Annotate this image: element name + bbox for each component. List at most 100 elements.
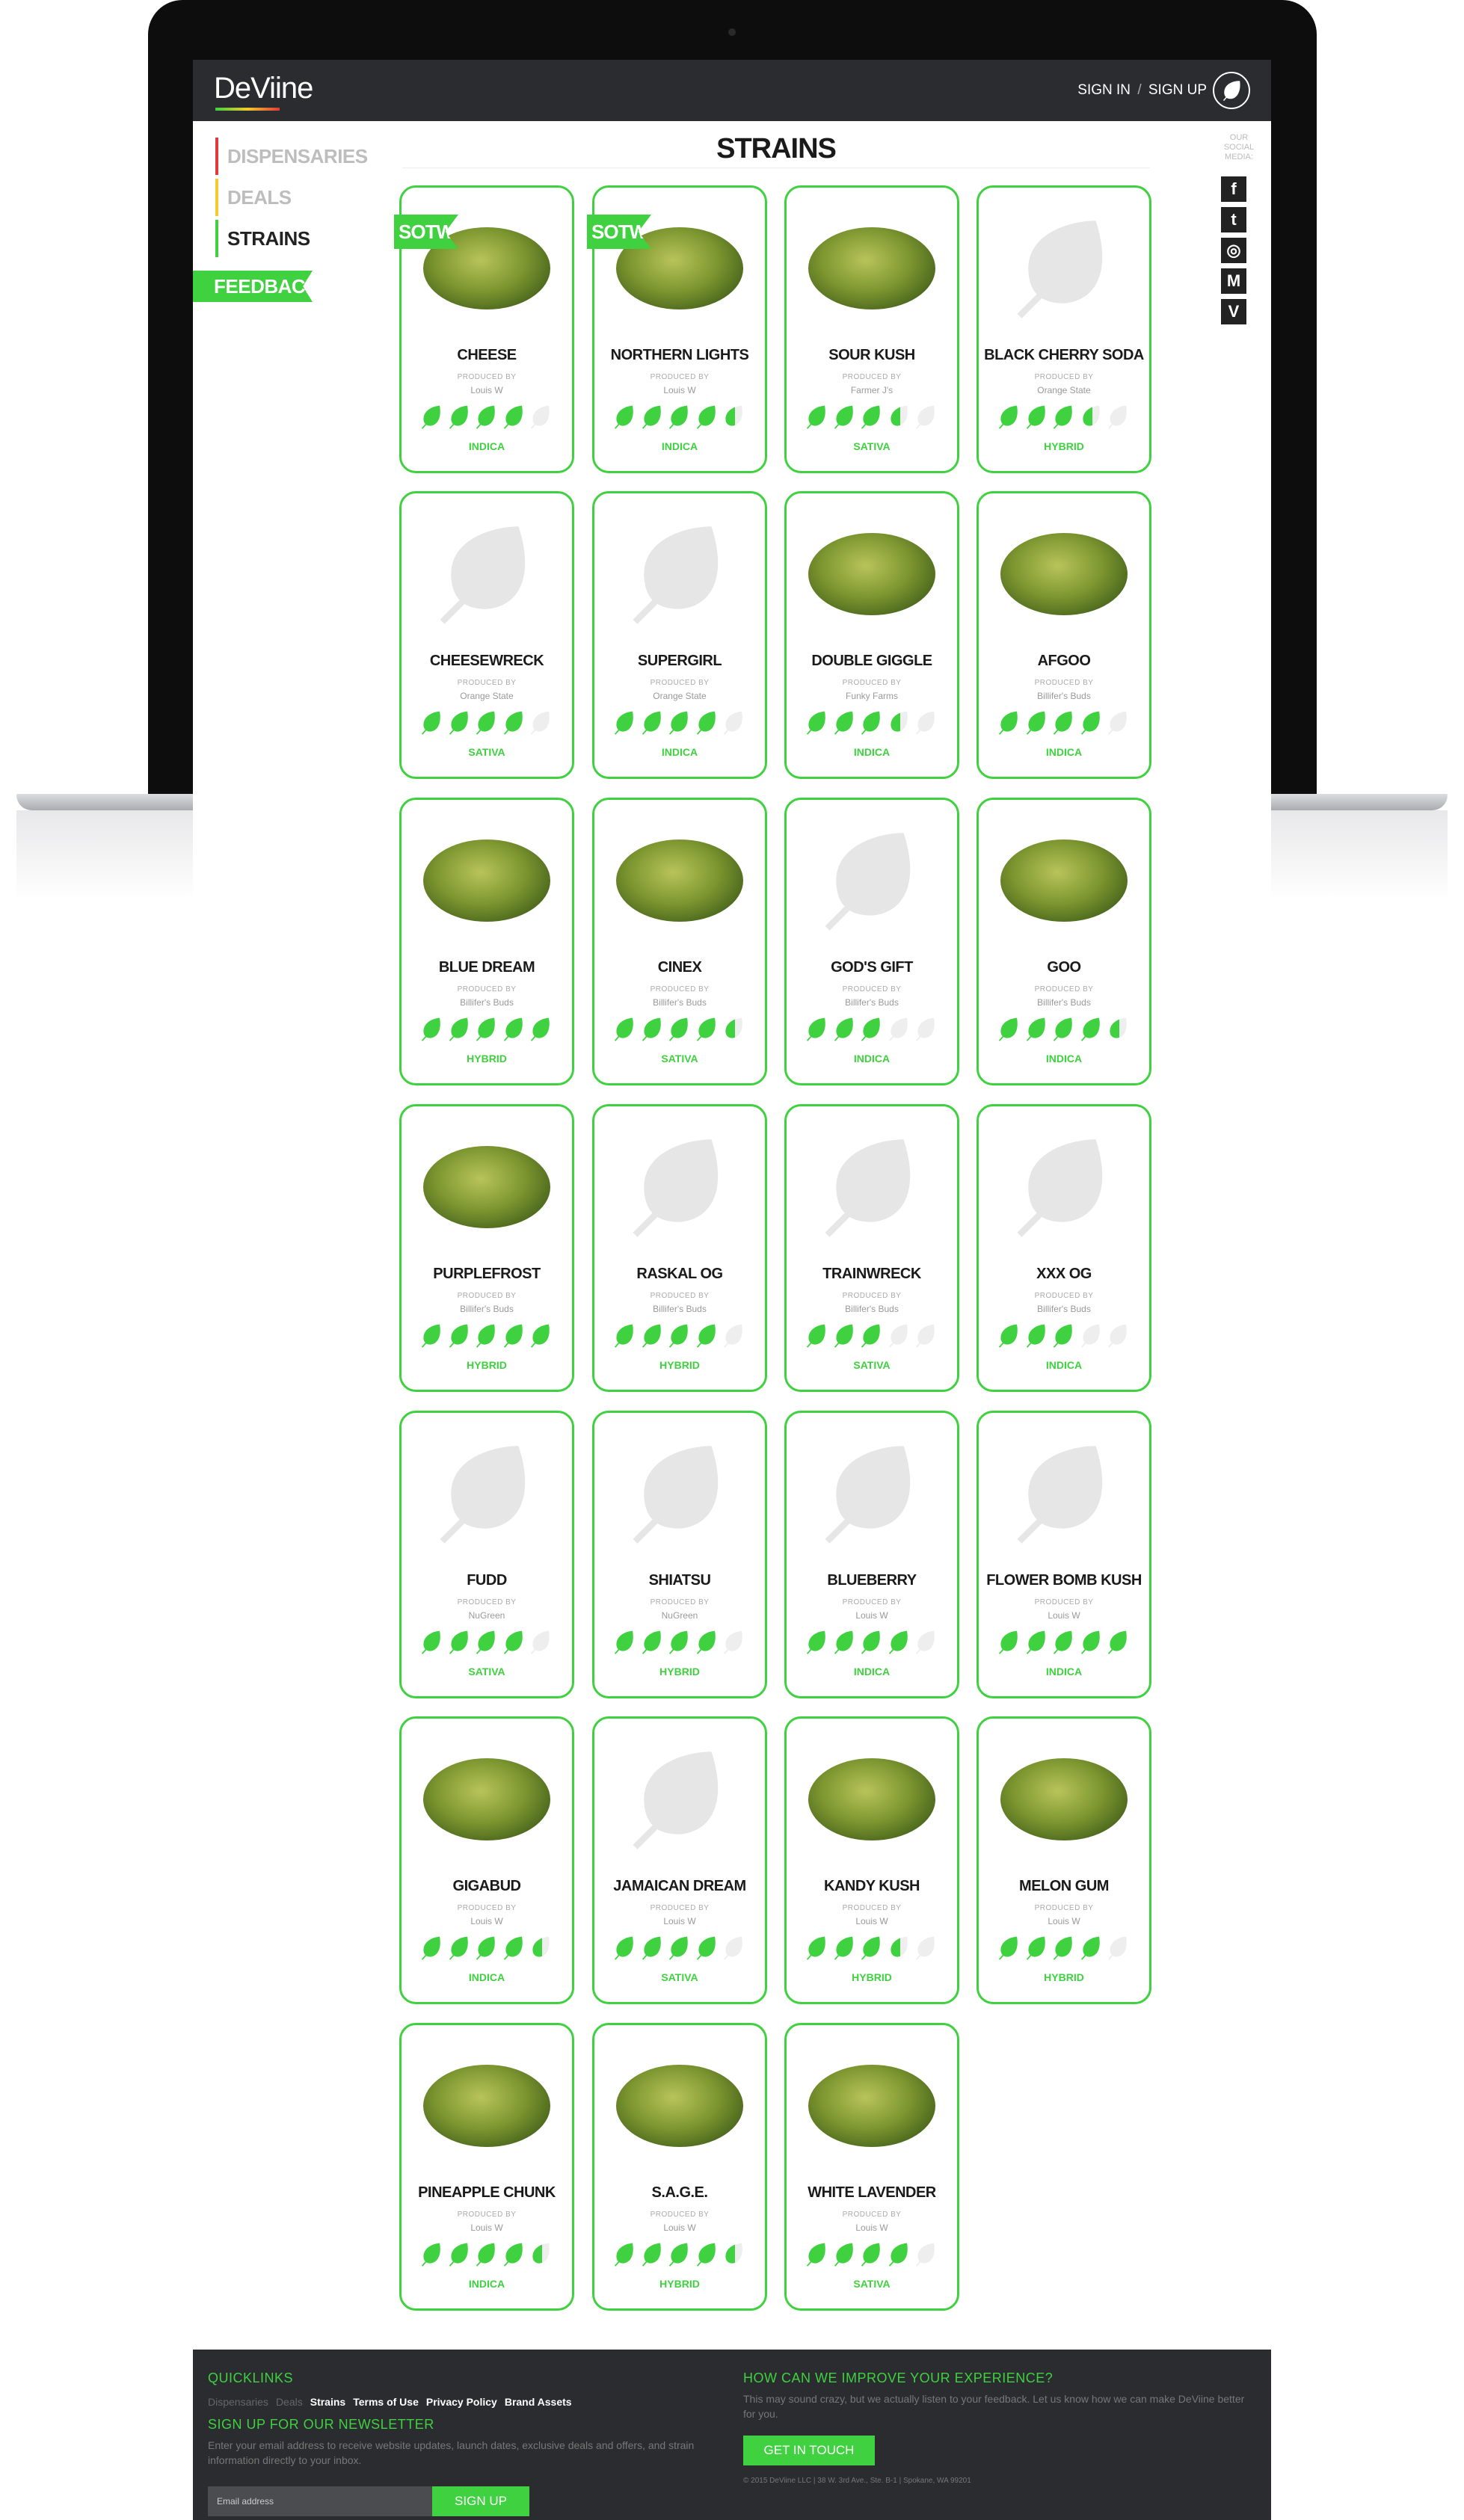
strain-card[interactable]: FUDD PRODUCED BY NuGreen SATIVA [399,1411,574,1698]
strain-name: GIGABUD [452,1878,521,1894]
footer-link[interactable]: Dispensaries [208,2396,268,2408]
strain-card[interactable]: AFGOO PRODUCED BY Billifer's Buds INDICA [976,491,1151,779]
strain-type: INDICA [1045,1666,1083,1678]
strain-photo [799,1737,944,1862]
strain-type: HYBRID [659,1359,700,1371]
rating-leaf-icon [1051,709,1078,739]
rating-leaf-icon [502,1628,529,1658]
strain-card[interactable]: GOO PRODUCED BY Billifer's Buds INDICA [976,798,1151,1085]
strain-card[interactable]: PINEAPPLE CHUNK PRODUCED BY Louis W INDICA [399,2023,574,2311]
footer-link[interactable]: Privacy Policy [426,2396,497,2408]
logo[interactable]: DeViine [214,72,313,105]
rating-leaf-icon [1024,709,1051,739]
strain-card[interactable]: SOUR KUSH PRODUCED BY Farmer J's SATIVA [784,185,959,473]
strain-card[interactable]: S.A.G.E. PRODUCED BY Louis W HYBRID [592,2023,767,2311]
rating-leaf-icon [997,1015,1024,1045]
twitter-icon[interactable]: t [1221,207,1246,232]
social-links: f t ◎ M V [1221,176,1246,330]
strain-card[interactable]: CHEESEWRECK PRODUCED BY Orange State SATIVA [399,491,574,779]
rating-leaf-icon [1106,1322,1133,1352]
strain-name: BLUEBERRY [827,1572,917,1589]
strain-card[interactable]: GOD'S GIFT PRODUCED BY Billifer's Buds INDI… [784,798,959,1085]
top-navbar: DeViine SIGN IN / SIGN UP [193,60,1271,121]
feedback-button[interactable]: FEEDBACK [193,271,313,302]
strain-card[interactable]: CINEX PRODUCED BY Billifer's Buds SATIVA [592,798,767,1085]
strain-card[interactable]: RASKAL OG PRODUCED BY Billifer's Buds HYBRI… [592,1104,767,1392]
strain-type: SATIVA [853,440,891,452]
strain-name: DOUBLE GIGGLE [811,653,932,669]
strain-photo [799,2043,944,2169]
placeholder-leaf-icon [414,1431,559,1556]
rating-leaf-icon [667,1934,694,1964]
strain-type: INDICA [468,440,505,452]
producer-name: Orange State [653,691,707,701]
strain-card[interactable]: WHITE LAVENDER PRODUCED BY Louis W SATIVA [784,2023,959,2311]
rating-leaf-icon [667,1322,694,1352]
produced-by-label: PRODUCED BY [650,679,710,687]
rating-leaf-icon [1079,1628,1106,1658]
strain-card[interactable]: KANDY KUSH PRODUCED BY Louis W HYBRID [784,1716,959,2004]
footer-link[interactable]: Terms of Use [353,2396,419,2408]
sign-up-link[interactable]: SIGN UP [1148,82,1207,98]
producer-name: Orange State [1037,385,1091,395]
strain-photo [799,206,944,331]
rating-leaf-icon [447,2240,474,2270]
rating-leaf-icon [1106,1934,1133,1964]
producer-name: Farmer J's [850,385,894,395]
leaf-rating [419,1322,556,1352]
rating-leaf-icon [887,2240,914,2270]
strain-card[interactable]: GIGABUD PRODUCED BY Louis W INDICA [399,1716,574,2004]
instagram-icon[interactable]: ◎ [1221,238,1246,263]
strain-card[interactable]: SUPERGIRL PRODUCED BY Orange State INDICA [592,491,767,779]
strain-card[interactable]: JAMAICAN DREAM PRODUCED BY Louis W SATIVA [592,1716,767,2004]
nav-deals[interactable]: DEALS [215,179,368,216]
strain-type: SATIVA [468,746,505,758]
strain-card[interactable]: SHIATSU PRODUCED BY NuGreen HYBRID [592,1411,767,1698]
rating-leaf-icon [612,2240,639,2270]
strain-card[interactable]: BLUE DREAM PRODUCED BY Billifer's Buds HYBR… [399,798,574,1085]
strain-card[interactable]: MELON GUM PRODUCED BY Louis W HYBRID [976,1716,1151,2004]
rating-leaf-icon [695,403,722,433]
placeholder-leaf-icon [991,1431,1137,1556]
produced-by-label: PRODUCED BY [1034,679,1094,687]
strain-card[interactable]: BLACK CHERRY SODA PRODUCED BY Orange State… [976,185,1151,473]
get-in-touch-button[interactable]: GET IN TOUCH [743,2436,875,2465]
email-field[interactable] [208,2486,432,2516]
signup-button[interactable]: SIGN UP [432,2486,529,2516]
strain-card[interactable]: BLUEBERRY PRODUCED BY Louis W INDICA [784,1411,959,1698]
medium-icon[interactable]: M [1221,268,1246,294]
rating-leaf-icon [502,1934,529,1964]
sign-in-link[interactable]: SIGN IN [1077,82,1131,98]
rating-leaf-icon [1106,403,1133,433]
strain-card[interactable]: TRAINWRECK PRODUCED BY Billifer's Buds SATI… [784,1104,959,1392]
nav-dispensaries[interactable]: DISPENSARIES [215,138,368,175]
rating-leaf-icon [640,2240,667,2270]
rating-leaf-icon [695,2240,722,2270]
strain-name: BLACK CHERRY SODA [984,347,1144,363]
footer-link[interactable]: Deals [276,2396,303,2408]
sidebar-nav: DISPENSARIES DEALS STRAINS [215,138,368,261]
rating-leaf-icon [1051,1628,1078,1658]
rating-leaf-icon [805,1322,831,1352]
leaf-rating [419,1015,556,1045]
strain-card[interactable]: DOUBLE GIGGLE PRODUCED BY Funky Farms INDIC… [784,491,959,779]
rating-leaf-icon [474,1628,501,1658]
strain-card[interactable]: SOTW CHEESE PRODUCED BY Louis W INDICA [394,185,574,473]
footer-link[interactable]: Strains [310,2396,345,2408]
strain-name: TRAINWRECK [822,1266,921,1282]
footer-link[interactable]: Brand Assets [505,2396,572,2408]
producer-name: Billifer's Buds [653,997,707,1008]
rating-leaf-icon [914,1322,941,1352]
account-leaf-icon[interactable] [1213,72,1250,109]
rating-leaf-icon [1079,1322,1106,1352]
vine-icon[interactable]: V [1221,299,1246,324]
strain-card[interactable]: XXX OG PRODUCED BY Billifer's Buds INDICA [976,1104,1151,1392]
strain-card[interactable]: SOTW NORTHERN LIGHTS PRODUCED BY Louis W IND… [587,185,767,473]
nav-strains[interactable]: STRAINS [215,220,368,257]
rating-leaf-icon [419,403,446,433]
strain-type: SATIVA [853,2278,891,2290]
strain-card[interactable]: PURPLEFROST PRODUCED BY Billifer's Buds HYB… [399,1104,574,1392]
strain-card[interactable]: FLOWER BOMB KUSH PRODUCED BY Louis W INDICA [976,1411,1151,1698]
facebook-icon[interactable]: f [1221,176,1246,202]
strain-name: SHIATSU [648,1572,711,1589]
